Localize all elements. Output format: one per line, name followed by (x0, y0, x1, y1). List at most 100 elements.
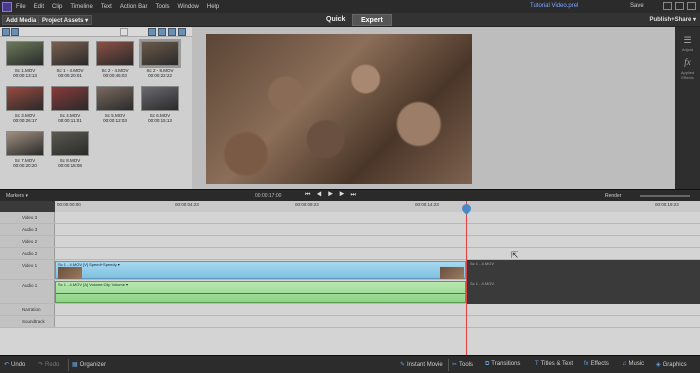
graphics-button[interactable]: ◈ Graphics (656, 361, 687, 368)
adjust-icon[interactable]: ☰ (679, 35, 696, 46)
undo-button[interactable]: ↶ Undo (4, 361, 25, 368)
asset-thumbnail[interactable] (139, 39, 181, 68)
asset-thumbnail[interactable] (6, 86, 44, 111)
transitions-button[interactable]: ⧉ Transitions (485, 361, 520, 368)
menu-tools[interactable]: Tools (156, 4, 170, 10)
assets-toolbar (0, 27, 192, 37)
trail-clip-label: Sc 1 - 4.MOV (470, 281, 495, 286)
asset-duration: 00:00:22:22 (148, 73, 172, 78)
asset-duration: 00:00:15:13 (148, 118, 172, 123)
track-row[interactable]: Video 1 Sc 1 - 4.MOV Sc 1 - 4.MOV [V] Spee… (0, 260, 700, 280)
track-row[interactable]: Audio 3 (0, 224, 700, 236)
track-header: Video 2 (0, 236, 55, 247)
track-row[interactable]: Video 2 (0, 236, 700, 248)
undo-icon: ↶ (4, 362, 10, 368)
audio-clip[interactable]: Sc 1 - 4.MOV [A] Volume:Clip Volume ▾ (55, 281, 466, 303)
instant-movie-button[interactable]: ✎ Instant Movie (400, 361, 443, 368)
minimize-icon[interactable] (663, 2, 672, 10)
save-button[interactable]: Save (630, 3, 644, 9)
menu-file[interactable]: File (16, 4, 26, 10)
markers-dropdown[interactable]: Markers ▾ (6, 193, 28, 199)
video-preview[interactable] (206, 34, 472, 184)
edit-icon[interactable] (168, 28, 176, 36)
organizer-icon: ▦ (72, 362, 78, 368)
grid-view-icon[interactable] (11, 28, 19, 36)
tab-expert[interactable]: Expert (352, 14, 392, 26)
asset-thumbnail[interactable] (96, 86, 134, 111)
maximize-icon[interactable] (675, 2, 684, 10)
right-panel: ☰ Adjust fx Applied Effects (675, 27, 700, 189)
tools-icon: ✂ (452, 362, 458, 368)
track-header: Narration (0, 304, 55, 315)
time-ruler[interactable]: 00:00:00:00 00:00:04:23 00:00:09:23 00:0… (55, 201, 700, 212)
menu-text[interactable]: Text (101, 4, 112, 10)
music-icon: ♫ (622, 361, 627, 367)
trail-clip-label: Sc 1 - 4.MOV (470, 261, 495, 266)
effects-button[interactable]: fx Effects (584, 361, 609, 367)
track-header: Audio 2 (0, 248, 55, 259)
asset-thumbnail[interactable] (51, 86, 89, 111)
menu-help[interactable]: Help (207, 4, 219, 10)
menu-edit[interactable]: Edit (34, 4, 44, 10)
mode-bar: Add Media ▾ Project Assets ▾ Quick Exper… (0, 13, 700, 27)
close-icon[interactable] (687, 2, 696, 10)
search-icon[interactable] (120, 28, 128, 36)
publish-share-button[interactable]: Publish+Share ▾ (649, 16, 696, 23)
organizer-button[interactable]: ▦ Organizer (72, 361, 106, 368)
track-row[interactable]: Narration (0, 304, 700, 316)
asset-caption: Sc 8.MOV 00:00:18:08 (48, 158, 92, 168)
options-icon[interactable] (178, 28, 186, 36)
asset-caption: Sc 4.MOV 00:00:11:01 (48, 113, 92, 123)
audio-clip-label: Sc 1 - 4.MOV [A] Volume:Clip Volume ▾ (58, 282, 129, 287)
menu-timeline[interactable]: Timeline (70, 4, 92, 10)
asset-caption: Sc 1.MOV 00:00:13:13 (3, 68, 47, 78)
instant-movie-icon: ✎ (400, 362, 406, 368)
track-label: Video 1 (22, 263, 38, 268)
delete-icon[interactable] (158, 28, 166, 36)
track-row[interactable]: Audio 2 (0, 248, 700, 260)
track-label: Video 2 (22, 239, 38, 244)
applied-effects-label: Applied Effects (680, 70, 695, 80)
clip-thumbnail (58, 267, 82, 279)
mouse-cursor-icon: ⇱ (511, 250, 519, 260)
asset-duration: 00:00:11:01 (58, 118, 82, 123)
asset-thumbnail[interactable] (6, 41, 44, 66)
tab-quick[interactable]: Quick (318, 14, 353, 26)
list-view-icon[interactable] (2, 28, 10, 36)
redo-button[interactable]: ↷ Redo (38, 361, 59, 368)
track-header: Soundtrack (0, 316, 55, 327)
asset-caption: Sc 1 - 4.MOV 00:00:20:01 (48, 68, 92, 78)
ruler-tick: 00:00:00:00 (57, 202, 81, 207)
tools-button[interactable]: ✂ Tools (452, 361, 473, 368)
track-label: Audio 1 (22, 283, 38, 288)
music-button[interactable]: ♫ Music (622, 361, 644, 367)
track-label: Audio 2 (22, 251, 38, 256)
track-row[interactable]: Audio 1 Sc 1 - 4.MOV Sc 1 - 4.MOV [A] Volu… (0, 280, 700, 304)
menu-window[interactable]: Window (178, 4, 199, 10)
playhead[interactable] (466, 201, 467, 355)
track-label: Soundtrack (22, 319, 45, 324)
asset-caption: Sc 2 - 8.MOV 00:00:22:22 (138, 68, 182, 78)
menu-clip[interactable]: Clip (52, 4, 62, 10)
asset-thumbnail[interactable] (96, 41, 134, 66)
timeline-bar: Markers ▾ 00:00:17:00 ⏮◀▶▶⏭ Render (0, 189, 700, 201)
fx-icon[interactable]: fx (679, 57, 696, 67)
titles-text-button[interactable]: T Titles & Text (535, 361, 573, 367)
render-button[interactable]: Render (605, 193, 621, 199)
asset-thumbnail[interactable] (6, 131, 44, 156)
project-assets-dropdown[interactable]: Project Assets ▾ (38, 15, 93, 25)
divider (68, 359, 69, 371)
zoom-slider[interactable] (640, 195, 690, 197)
asset-duration: 00:00:13:13 (13, 73, 37, 78)
track-row[interactable]: Video 3 (0, 212, 700, 224)
asset-thumbnail[interactable] (51, 41, 89, 66)
video-clip[interactable]: Sc 1 - 4.MOV [V] Speed+Speedy ▾ (55, 261, 466, 279)
ruler-tick: 00:00:04:23 (175, 202, 199, 207)
asset-thumbnail[interactable] (51, 131, 89, 156)
asset-thumbnail[interactable] (141, 86, 179, 111)
timeline-tracks: Video 3 Audio 3 Video 2 Audio 2 Video 1 Sc 1 … (0, 212, 700, 355)
track-row[interactable]: Soundtrack (0, 316, 700, 328)
new-item-icon[interactable] (148, 28, 156, 36)
menu-action-bar[interactable]: Action Bar (120, 4, 148, 10)
playback-controls[interactable]: ⏮◀▶▶⏭ (305, 192, 362, 199)
